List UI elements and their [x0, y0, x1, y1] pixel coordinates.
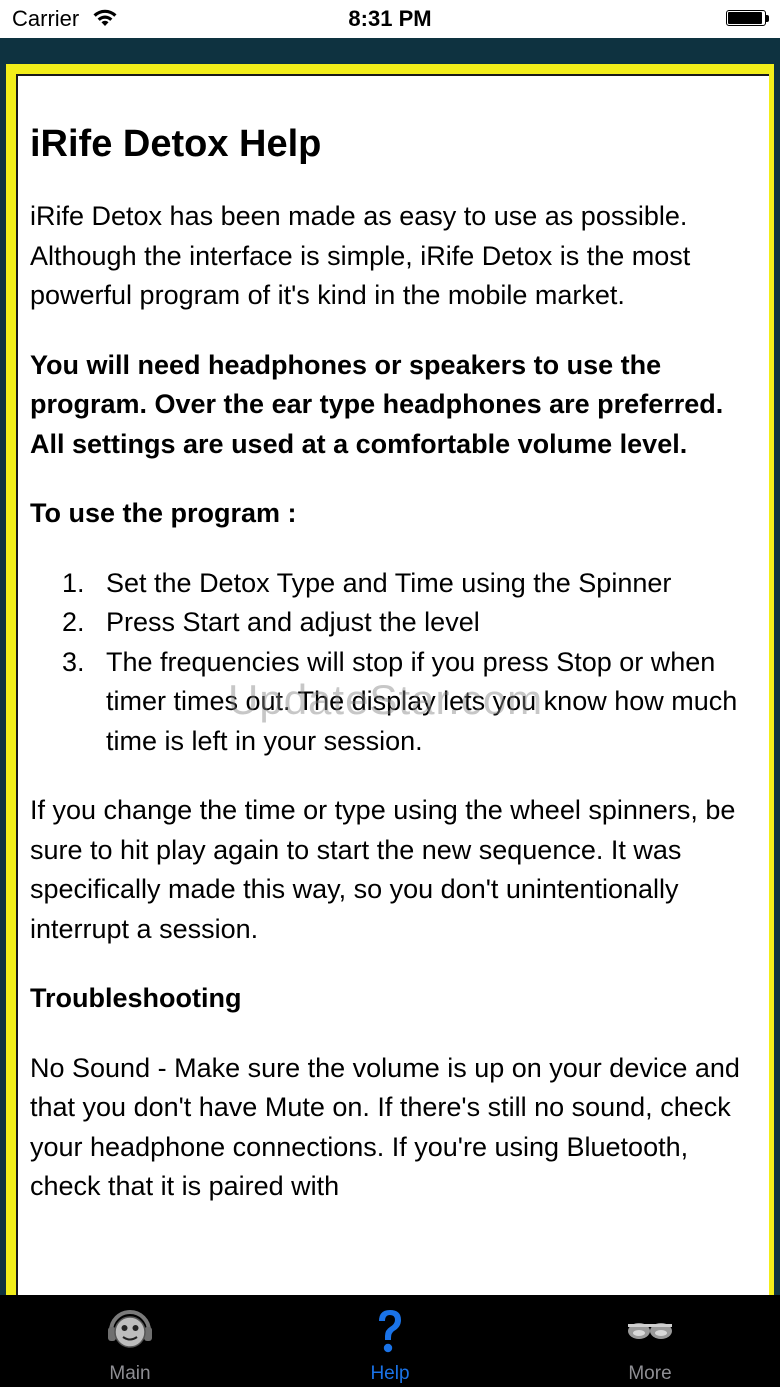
- question-mark-icon: [379, 1310, 401, 1353]
- tab-main[interactable]: Main: [0, 1295, 260, 1387]
- tab-bar: Main Help More: [0, 1295, 780, 1387]
- help-content: iRife Detox Help iRife Detox has been ma…: [30, 76, 760, 1207]
- face-headphones-icon: [108, 1310, 152, 1348]
- status-bar: Carrier 8:31 PM: [0, 0, 780, 38]
- list-item: 3. The frequencies will stop if you pres…: [30, 643, 760, 762]
- tab-more[interactable]: More: [520, 1295, 780, 1387]
- tab-label: More: [628, 1363, 672, 1384]
- tab-help[interactable]: Help: [260, 1295, 520, 1387]
- list-item: 1. Set the Detox Type and Time using the…: [30, 564, 760, 604]
- change-note-paragraph: If you change the time or type using the…: [30, 795, 736, 944]
- page-title: iRife Detox Help: [30, 123, 322, 165]
- usage-heading: To use the program :: [30, 498, 297, 528]
- app-frame: iRife Detox Help iRife Detox has been ma…: [0, 38, 780, 1304]
- step-text: Set the Detox Type and Time using the Sp…: [106, 567, 672, 598]
- step-number: 3.: [62, 646, 85, 677]
- requirement-paragraph: You will need headphones or speakers to …: [30, 349, 724, 459]
- step-number: 2.: [62, 607, 85, 637]
- step-text: The frequencies will stop if you press S…: [106, 646, 738, 756]
- step-number: 1.: [62, 567, 85, 598]
- intro-paragraph: iRife Detox has been made as easy to use…: [30, 201, 691, 310]
- steps-list: 1. Set the Detox Type and Time using the…: [30, 564, 760, 762]
- battery-icon: [726, 10, 770, 28]
- help-panel-border: iRife Detox Help iRife Detox has been ma…: [6, 64, 774, 1304]
- list-item: 2. Press Start and adjust the level: [30, 603, 760, 643]
- more-icon: [628, 1323, 672, 1339]
- tab-label: Help: [370, 1363, 410, 1384]
- tab-label: Main: [109, 1363, 151, 1384]
- no-sound-paragraph: No Sound - Make sure the volume is up on…: [30, 1052, 740, 1202]
- step-text: Press Start and adjust the level: [106, 607, 480, 637]
- troubleshooting-heading: Troubleshooting: [30, 983, 242, 1013]
- help-panel[interactable]: iRife Detox Help iRife Detox has been ma…: [16, 74, 769, 1299]
- status-time: 8:31 PM: [348, 6, 432, 31]
